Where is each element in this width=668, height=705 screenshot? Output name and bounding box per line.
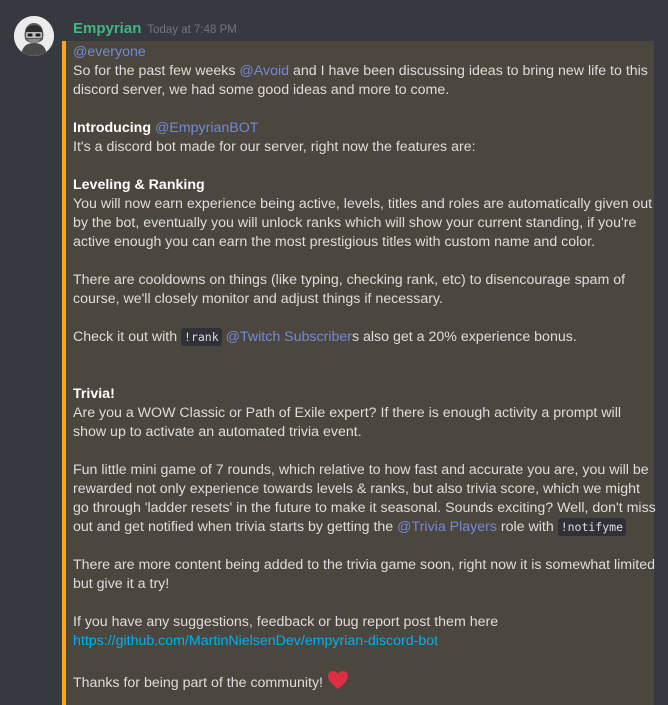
message-content: @everyone So for the past few weeks @Avo…: [73, 43, 658, 696]
suggestions-paragraph: If you have any suggestions, feedback or…: [73, 614, 499, 630]
rank-command: !rank: [181, 328, 222, 346]
leveling-heading: Leveling & Ranking: [73, 177, 205, 193]
heart-icon: [327, 670, 349, 696]
introducing-label: Introducing: [73, 120, 152, 136]
checkout-paragraph: Check it out with !rank @Twitch Subscrib…: [73, 328, 658, 347]
message-header: Empyrian Today at 7:48 PM: [73, 20, 237, 40]
trivia-players-mention[interactable]: @Trivia Players: [397, 519, 497, 535]
github-link[interactable]: https://github.com/MartinNielsenDev/empy…: [73, 633, 438, 649]
avatar[interactable]: [14, 16, 54, 56]
twitch-subscriber-mention[interactable]: @Twitch Subscriber: [226, 329, 352, 345]
notifyme-command: !notifyme: [557, 518, 626, 536]
trivia-paragraph: Are you a WOW Classic or Path of Exile e…: [73, 405, 622, 440]
intro-paragraph: So for the past few weeks @Avoid and I h…: [73, 62, 658, 100]
leveling-paragraph: You will now earn experience being activ…: [73, 196, 653, 250]
author-username[interactable]: Empyrian: [73, 20, 141, 37]
message-timestamp: Today at 7:48 PM: [147, 24, 237, 36]
minigame-text-mid: role with: [496, 519, 558, 535]
cooldown-paragraph: There are cooldowns on things (like typi…: [73, 272, 626, 307]
introducing-line: Introducing @EmpyrianBOT: [73, 119, 658, 138]
minigame-paragraph: Fun little mini game of 7 rounds, which …: [73, 461, 658, 537]
everyone-mention[interactable]: @everyone: [73, 44, 146, 60]
trivia-heading: Trivia!: [73, 386, 115, 402]
everyone-line: @everyone: [73, 43, 658, 62]
intro-text-pre: So for the past few weeks: [73, 63, 240, 79]
bot-description: It's a discord bot made for our server, …: [73, 139, 476, 155]
checkout-text-post: s also get a 20% experience bonus.: [351, 329, 577, 345]
github-line: https://github.com/MartinNielsenDev/empy…: [73, 632, 658, 651]
thanks-line: Thanks for being part of the community!: [73, 670, 658, 696]
bot-mention[interactable]: @EmpyrianBOT: [155, 120, 259, 136]
hooded-figure-icon: [14, 16, 54, 56]
thanks-text: Thanks for being part of the community!: [73, 675, 323, 691]
more-content-paragraph: There are more content being added to th…: [73, 557, 655, 592]
checkout-text-pre: Check it out with: [73, 329, 182, 345]
avoid-mention[interactable]: @Avoid: [239, 63, 289, 79]
